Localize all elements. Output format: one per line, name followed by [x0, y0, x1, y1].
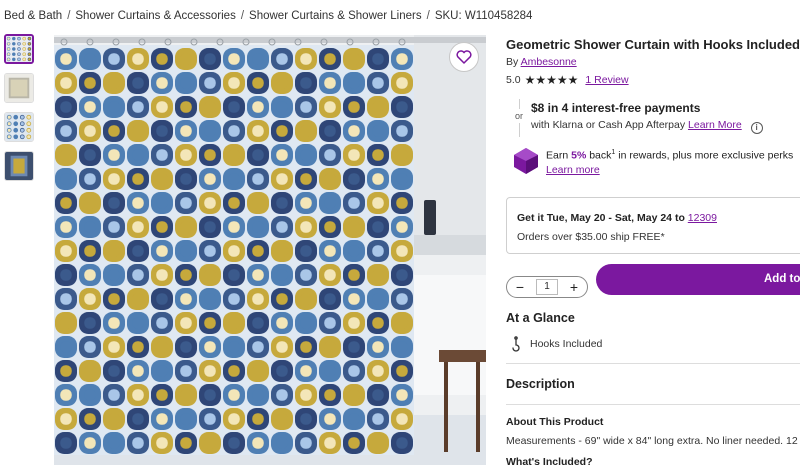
- rewards-back: back: [586, 149, 612, 162]
- rating-value: 5.0: [506, 74, 521, 86]
- breadcrumb-separator: /: [67, 10, 71, 22]
- rewards-gem-icon: [514, 148, 538, 174]
- review-link[interactable]: 1 Review: [585, 74, 628, 86]
- heart-icon: [456, 50, 472, 64]
- installment-learn-more-link[interactable]: Learn More: [688, 119, 742, 131]
- quantity-increase-button[interactable]: +: [567, 280, 581, 294]
- at-a-glance-heading: At a Glance: [506, 311, 575, 325]
- description-heading[interactable]: Description: [506, 377, 575, 391]
- breadcrumb-sku: SKU: W110458284: [434, 10, 533, 22]
- thumbnail-2[interactable]: [4, 73, 34, 103]
- product-page: Bed & Bath / Shower Curtains & Accessories…: [0, 0, 800, 472]
- add-to-cart-button[interactable]: Add to C: [596, 264, 800, 295]
- breadcrumb: Bed & Bath / Shower Curtains & Accessories…: [4, 10, 532, 22]
- installment-headline: $8 in 4 interest-free payments: [531, 101, 701, 115]
- shipping-box: Get it Tue, May 20 - Sat, May 24 to 1230…: [506, 197, 800, 254]
- breadcrumb-separator: /: [240, 10, 245, 22]
- thumbnail-1[interactable]: [4, 34, 34, 64]
- product-title: Geometric Shower Curtain with Hooks Incl…: [506, 37, 800, 52]
- installment-subline: with Klarna or Cash App Afterpay Learn M…: [531, 119, 763, 134]
- hooks-included-label: Hooks Included: [530, 338, 603, 350]
- star-rating-icon: ★★★★★: [524, 73, 579, 87]
- rating-row: 5.0 ★★★★★ 1 Review: [506, 73, 629, 87]
- delivery-dates: Get it Tue, May 20 - Sat, May 24 to: [517, 212, 685, 224]
- quantity-input[interactable]: 1: [536, 279, 558, 295]
- rewards-text: Earn 5% back1 in rewards, plus more excl…: [546, 149, 793, 162]
- brand-line: By Ambesonne: [506, 56, 577, 68]
- rewards-prefix: Earn: [546, 149, 572, 162]
- payment-options: or $8 in 4 interest-free payments with K…: [506, 99, 800, 137]
- thumbnail-list: [4, 34, 36, 190]
- quantity-decrease-button[interactable]: −: [513, 280, 527, 294]
- breadcrumb-shower-curtains-accessories[interactable]: Shower Curtains & Accessories: [75, 10, 235, 22]
- divider: [519, 99, 520, 109]
- zip-code-link[interactable]: 12309: [688, 212, 717, 224]
- breadcrumb-bed-bath[interactable]: Bed & Bath: [4, 10, 62, 22]
- about-product-heading: About This Product: [506, 416, 604, 428]
- favorite-button[interactable]: [449, 42, 479, 72]
- rewards-suffix: in rewards, plus more exclusive perks: [615, 149, 794, 162]
- or-label: or: [515, 111, 524, 121]
- rewards-banner: Earn 5% back1 in rewards, plus more excl…: [513, 147, 800, 183]
- measurements-text: Measurements - 69" wide x 84" long extra…: [506, 435, 800, 447]
- thumbnail-3[interactable]: [4, 112, 34, 142]
- by-label: By: [506, 56, 519, 68]
- divider: [506, 363, 800, 364]
- breadcrumb-shower-curtains-liners[interactable]: Shower Curtains & Shower Liners: [249, 10, 422, 22]
- info-icon[interactable]: i: [750, 122, 763, 134]
- free-shipping-note: Orders over $35.00 ship FREE*: [517, 231, 665, 243]
- shower-curtain-image: [54, 35, 486, 465]
- hooks-included-row: Hooks Included: [510, 336, 602, 352]
- rewards-learn-more-link[interactable]: Learn more: [546, 164, 600, 176]
- quantity-stepper: − 1 +: [506, 276, 588, 298]
- divider: [519, 123, 520, 137]
- product-image[interactable]: [54, 35, 486, 465]
- installment-providers: with Klarna or Cash App Afterpay: [531, 119, 686, 131]
- divider: [506, 404, 800, 405]
- whats-included-heading: What's Included?: [506, 456, 593, 468]
- rewards-percent: 5%: [571, 149, 587, 162]
- delivery-estimate: Get it Tue, May 20 - Sat, May 24 to 1230…: [517, 212, 717, 224]
- breadcrumb-separator: /: [426, 10, 430, 22]
- hook-icon: [512, 336, 520, 352]
- brand-link[interactable]: Ambesonne: [521, 56, 577, 68]
- thumbnail-4[interactable]: [4, 151, 34, 181]
